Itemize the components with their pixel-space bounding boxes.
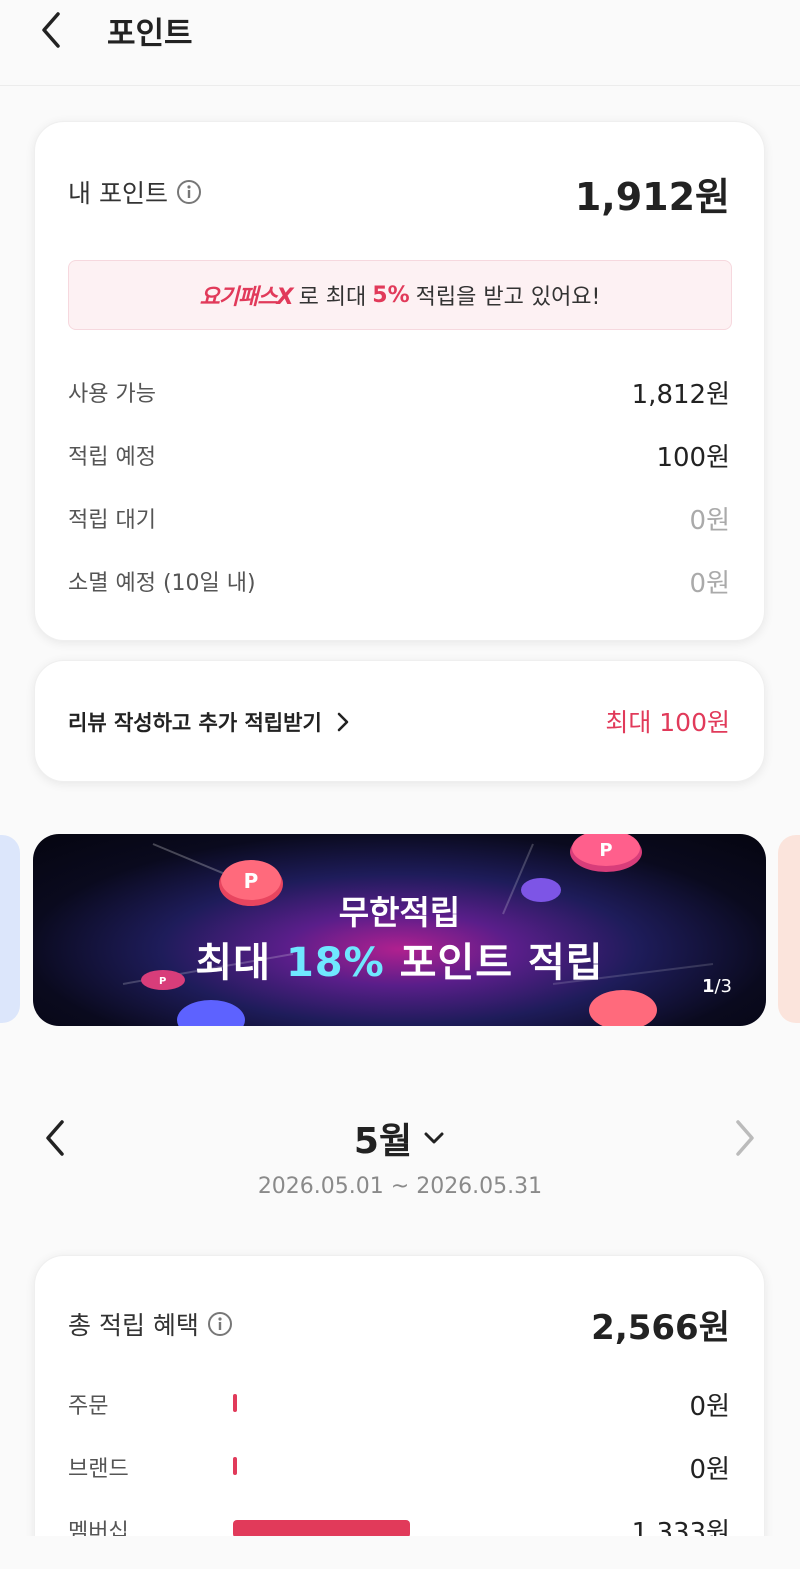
point-row-value: 0원 — [689, 569, 730, 599]
banner-next-peek[interactable] — [778, 835, 800, 1023]
banner-prev-peek[interactable] — [0, 835, 20, 1023]
chevron-right-icon — [736, 1120, 754, 1156]
month-dropdown[interactable]: 5월 — [354, 1112, 446, 1164]
review-reward-text: 리뷰 작성하고 추가 적립받기 — [68, 711, 322, 735]
banner-subtitle-pre: 최대 — [195, 940, 272, 986]
promo-percent: 5% — [372, 282, 410, 308]
point-row-value: 1,812원 — [631, 380, 730, 410]
banner-subtitle-post: 포인트 적립 — [399, 940, 604, 986]
next-month-button[interactable] — [728, 1118, 760, 1158]
my-points-label: 내 포인트 — [68, 179, 168, 208]
point-row-label: 적립 예정 — [68, 445, 156, 470]
membership-promo-banner[interactable]: 요기패스X 로 최대 5% 적립을 받고 있어요! — [68, 260, 732, 330]
total-benefits-card: 총 적립 혜택 2,566원 주문 0원 브랜드 0원 멤버십 1,333원 — [34, 1255, 765, 1569]
point-row-value: 0원 — [689, 506, 730, 536]
benefit-row-value: 0원 — [689, 1455, 730, 1485]
chevron-down-icon — [424, 1132, 444, 1144]
svg-text:P: P — [599, 840, 612, 861]
my-points-label-group: 내 포인트 — [68, 174, 202, 210]
benefit-row-label: 주문 — [68, 1394, 109, 1419]
info-icon[interactable] — [176, 179, 202, 205]
benefit-bar-track — [233, 1394, 573, 1412]
benefit-row-label: 브랜드 — [68, 1457, 129, 1482]
point-row-label: 소멸 예정 (10일 내) — [68, 571, 256, 596]
my-points-total: 1,912원 — [574, 175, 730, 219]
benefit-row-brand: 브랜드 0원 — [68, 1451, 730, 1485]
point-row-available: 사용 가능 1,812원 — [68, 376, 730, 410]
info-icon[interactable] — [207, 1311, 233, 1337]
banner-subtitle-highlight: 18% — [285, 940, 385, 986]
top-bar: 포인트 — [0, 0, 800, 86]
banner-subtitle: 최대 18% 포인트 적립 — [33, 930, 766, 988]
promo-text-after: 적립을 받고 있어요! — [415, 285, 601, 310]
month-selector: 5월 — [0, 1112, 800, 1164]
total-benefits-label-group: 총 적립 혜택 — [68, 1306, 233, 1342]
promo-brand-logo: 요기패스X — [199, 285, 294, 310]
page-title: 포인트 — [107, 16, 193, 52]
total-benefits-amount: 2,566원 — [591, 1308, 730, 1348]
point-row-label: 사용 가능 — [68, 382, 156, 407]
bottom-safe-area — [0, 1536, 800, 1569]
benefit-row-value: 0원 — [689, 1392, 730, 1422]
banner-page-current: 1 — [701, 976, 715, 997]
benefit-bar — [233, 1394, 237, 1412]
review-reward-link[interactable]: 리뷰 작성하고 추가 적립받기 — [68, 707, 350, 737]
benefit-bar — [233, 1457, 237, 1475]
review-reward-card[interactable]: 리뷰 작성하고 추가 적립받기 최대 100원 — [34, 660, 765, 782]
point-row-expiring: 소멸 예정 (10일 내) 0원 — [68, 565, 730, 599]
chevron-left-icon — [42, 12, 60, 48]
benefit-bar-track — [233, 1457, 573, 1475]
point-summary-card: 내 포인트 1,912원 요기패스X 로 최대 5% 적립을 받고 있어요! 사… — [34, 121, 765, 641]
benefit-row-order: 주문 0원 — [68, 1388, 730, 1422]
banner-page-indicator: 1/3 — [702, 976, 732, 997]
month-label: 5월 — [353, 1121, 413, 1162]
point-row-label: 적립 대기 — [68, 508, 156, 533]
promo-text-before: 로 최대 — [298, 285, 367, 310]
total-benefits-label: 총 적립 혜택 — [68, 1311, 199, 1340]
point-row-pending: 적립 대기 0원 — [68, 502, 730, 536]
point-row-value: 100원 — [656, 443, 730, 473]
month-date-range: 2026.05.01 ~ 2026.05.31 — [257, 1174, 543, 1199]
back-button[interactable] — [34, 10, 70, 50]
point-row-scheduled: 적립 예정 100원 — [68, 439, 730, 473]
promo-banner-carousel[interactable]: P P P 무한적립 최대 18% 포인트 적립 1/3 — [33, 834, 766, 1026]
review-reward-amount: 최대 100원 — [605, 708, 730, 737]
chevron-right-icon — [337, 712, 349, 732]
banner-title: 무한적립 — [338, 893, 461, 932]
banner-page-total: /3 — [714, 976, 732, 997]
